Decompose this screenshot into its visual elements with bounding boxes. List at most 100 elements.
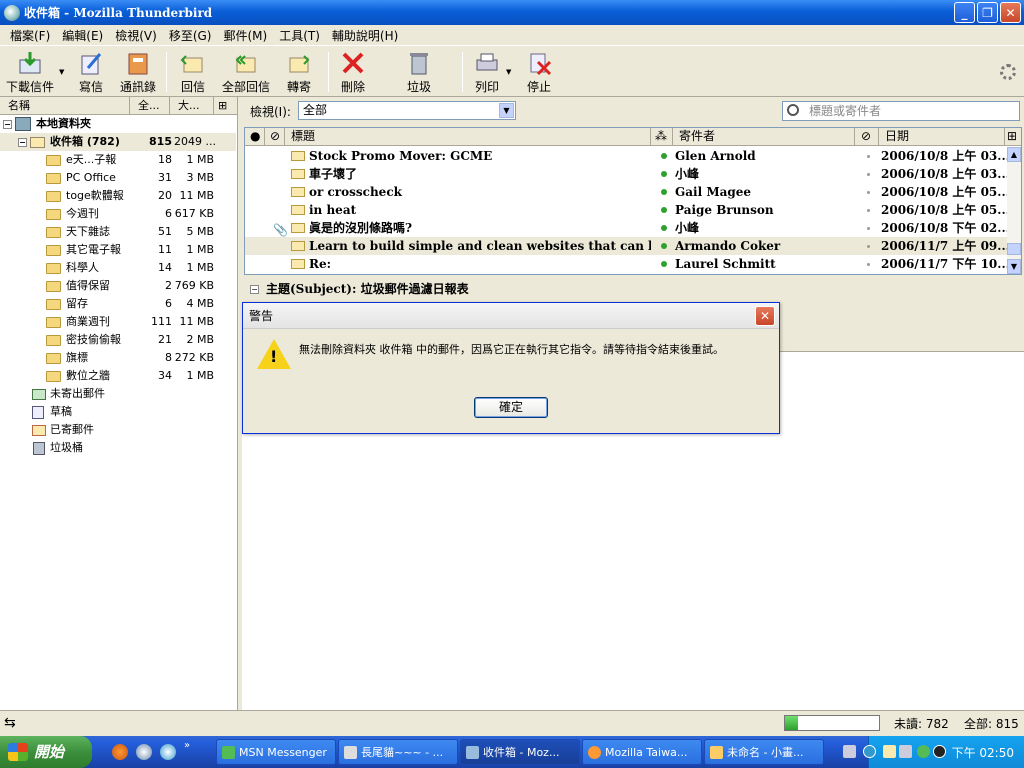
folder-item[interactable]: 數位之牆 34 1 MB xyxy=(0,367,236,385)
menu-help[interactable]: 輔助說明(H) xyxy=(326,27,404,44)
read-status-column-icon[interactable]: ⁂ xyxy=(651,128,673,146)
junk-status-column-icon[interactable]: ⊘ xyxy=(855,128,879,146)
unread-dot-icon[interactable] xyxy=(661,153,667,159)
reply-all-button[interactable]: 全部回信 xyxy=(222,50,270,95)
unread-dot-icon[interactable] xyxy=(661,225,667,231)
address-book-button[interactable]: 通訊錄 xyxy=(120,50,156,95)
msn-tray-icon[interactable] xyxy=(917,745,930,758)
scroll-thumb[interactable] xyxy=(1007,243,1021,255)
minimize-button[interactable]: _ xyxy=(954,2,975,23)
folder-unsent[interactable]: 未寄出郵件 xyxy=(0,385,236,403)
folder-item[interactable]: 留存 6 4 MB xyxy=(0,295,236,313)
restore-button[interactable]: ❐ xyxy=(977,2,998,23)
folder-drafts[interactable]: 草稿 xyxy=(0,403,236,421)
print-button[interactable]: 列印 xyxy=(474,50,500,95)
folder-item[interactable]: 科學人 14 1 MB xyxy=(0,259,236,277)
message-row[interactable]: Stock Promo Mover: GCME Glen Arnold 2006/1… xyxy=(245,147,1009,165)
folder-item[interactable]: 密技偷偷報 21 2 MB xyxy=(0,331,236,349)
scroll-down-icon[interactable]: ▼ xyxy=(1007,259,1021,274)
column-header-sender[interactable]: 寄件者 xyxy=(673,128,855,146)
column-header-size[interactable]: 大... xyxy=(170,97,214,114)
tray-expand-icon[interactable] xyxy=(863,745,876,758)
junk-dot-icon[interactable] xyxy=(867,173,870,176)
unread-dot-icon[interactable] xyxy=(661,189,667,195)
keyboard-icon[interactable] xyxy=(843,745,856,758)
folder-local-folders[interactable]: − 本地資料夾 xyxy=(0,115,236,133)
task-paint[interactable]: 未命名 - 小畫... xyxy=(704,739,824,765)
column-header-total[interactable]: 全... xyxy=(130,97,170,114)
junk-button[interactable]: 垃圾 xyxy=(406,50,432,95)
menu-edit[interactable]: 編輯(E) xyxy=(56,27,109,44)
scroll-up-icon[interactable]: ▲ xyxy=(1007,147,1021,162)
column-header-subject[interactable]: 標題 xyxy=(285,128,651,146)
message-row[interactable]: 📎 眞是的沒別條路嗎? 小峰 2006/10/8 下午 02... xyxy=(245,219,1009,237)
folder-item[interactable]: 其它電子報 11 1 MB xyxy=(0,241,236,259)
firefox-quicklaunch-icon[interactable] xyxy=(112,744,128,760)
dialog-close-button[interactable]: ✕ xyxy=(755,306,775,326)
collapse-header-icon[interactable]: − xyxy=(250,285,259,294)
menu-message[interactable]: 郵件(M) xyxy=(217,27,273,44)
ok-button[interactable]: 確定 xyxy=(474,397,548,418)
thunderbird-quicklaunch-icon[interactable] xyxy=(136,744,152,760)
junk-dot-icon[interactable] xyxy=(867,155,870,158)
network-icon[interactable] xyxy=(899,745,912,758)
folder-item[interactable]: 天下雜誌 51 5 MB xyxy=(0,223,236,241)
task-inbox[interactable]: 收件箱 - Moz... xyxy=(460,739,580,765)
ie-quicklaunch-icon[interactable] xyxy=(160,744,176,760)
reply-button[interactable]: 回信 xyxy=(180,50,206,95)
get-mail-dropdown-icon[interactable]: ▼ xyxy=(59,68,64,76)
folder-sent[interactable]: 已寄郵件 xyxy=(0,421,236,439)
junk-dot-icon[interactable] xyxy=(867,191,870,194)
folder-item[interactable]: 商業週刊 111 11 MB xyxy=(0,313,236,331)
print-dropdown-icon[interactable]: ▼ xyxy=(506,68,511,76)
media-tray-icon[interactable] xyxy=(933,745,946,758)
column-header-date[interactable]: 日期 xyxy=(879,128,1005,146)
column-picker-icon[interactable]: ⊞ xyxy=(1005,128,1021,146)
folder-item[interactable]: 值得保留 2 769 KB xyxy=(0,277,236,295)
unread-dot-icon[interactable] xyxy=(661,243,667,249)
folder-inbox[interactable]: − 收件箱 (782) 815 2049 ... xyxy=(0,133,236,151)
task-long-tail-cat[interactable]: 長尾貓~~~ - ... xyxy=(338,739,458,765)
message-row[interactable]: 車子壞了 小峰 2006/10/8 上午 03... xyxy=(245,165,1009,183)
delete-button[interactable]: 刪除 xyxy=(340,50,366,95)
junk-dot-icon[interactable] xyxy=(867,245,870,248)
thread-column-icon[interactable]: ● xyxy=(245,128,265,146)
search-input[interactable]: 標題或寄件者 xyxy=(782,101,1020,121)
junk-dot-icon[interactable] xyxy=(867,263,870,266)
quicklaunch-more-icon[interactable]: » xyxy=(184,740,190,751)
unread-dot-icon[interactable] xyxy=(661,207,667,213)
message-row[interactable]: or crosscheck Gail Magee 2006/10/8 上午 05..… xyxy=(245,183,1009,201)
task-mozilla-taiwan[interactable]: Mozilla Taiwa... xyxy=(582,739,702,765)
menu-file[interactable]: 檔案(F) xyxy=(4,27,56,44)
new-mail-tray-icon[interactable] xyxy=(883,745,896,758)
collapse-toggle-icon[interactable]: − xyxy=(3,120,12,129)
folder-trash[interactable]: 垃圾桶 xyxy=(0,439,236,457)
folder-item[interactable]: 今週刊 6 617 KB xyxy=(0,205,236,223)
folder-item[interactable]: 旗標 8 272 KB xyxy=(0,349,236,367)
message-row[interactable]: in heat Paige Brunson 2006/10/8 上午 05... xyxy=(245,201,1009,219)
column-header-name[interactable]: 名稱 xyxy=(0,97,130,114)
view-select[interactable]: 全部 ▼ xyxy=(298,101,516,120)
menu-view[interactable]: 檢視(V) xyxy=(109,27,163,44)
online-status-icon[interactable]: ⇆ xyxy=(4,715,16,731)
menu-tools[interactable]: 工具(T) xyxy=(273,27,326,44)
task-msn[interactable]: MSN Messenger xyxy=(216,739,336,765)
column-picker-icon[interactable]: ⊞ xyxy=(214,97,236,114)
get-mail-button[interactable]: 下載信件 xyxy=(6,50,54,95)
chevron-down-icon[interactable]: ▼ xyxy=(499,103,514,118)
menu-go[interactable]: 移至(G) xyxy=(163,27,218,44)
unread-dot-icon[interactable] xyxy=(661,261,667,267)
folder-item[interactable]: toge軟體報 20 11 MB xyxy=(0,187,236,205)
close-window-button[interactable]: ✕ xyxy=(1000,2,1021,23)
forward-button[interactable]: 轉寄 xyxy=(286,50,312,95)
junk-dot-icon[interactable] xyxy=(867,227,870,230)
title-bar[interactable]: 收件箱 - Mozilla Thunderbird _ ❐ ✕ xyxy=(0,0,1024,25)
message-row[interactable]: Learn to build simple and clean websites… xyxy=(245,237,1009,255)
attachment-column-icon[interactable]: ⊘ xyxy=(265,128,285,146)
unread-dot-icon[interactable] xyxy=(661,171,667,177)
junk-dot-icon[interactable] xyxy=(867,209,870,212)
start-button[interactable]: 開始 xyxy=(0,736,92,768)
stop-button[interactable]: 停止 xyxy=(526,50,552,95)
thread-scrollbar[interactable]: ▲ ▼ xyxy=(1007,147,1021,274)
folder-item[interactable]: PC Office 31 3 MB xyxy=(0,169,236,187)
